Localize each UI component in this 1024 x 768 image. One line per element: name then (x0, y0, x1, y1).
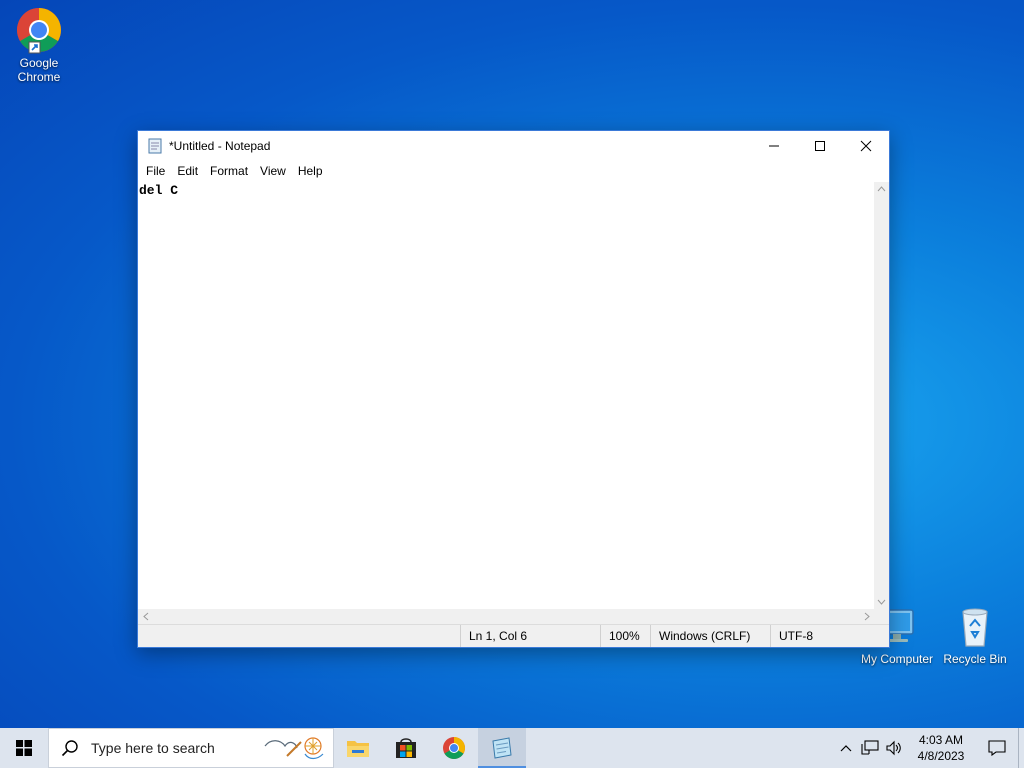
scrollbar-corner (874, 609, 889, 624)
search-highlight-icon (261, 732, 333, 764)
show-hidden-icons-button[interactable] (834, 744, 858, 752)
taskbar-notepad[interactable] (478, 728, 526, 768)
desktop-icon-label: My Computer (860, 652, 934, 666)
chevron-up-icon (840, 745, 852, 752)
taskbar-google-chrome[interactable] (430, 728, 478, 768)
desktop-icon-label: Chrome (17, 70, 61, 84)
menu-format[interactable]: Format (204, 161, 254, 181)
close-button[interactable] (843, 131, 889, 160)
close-icon (860, 140, 872, 151)
scroll-down-icon (877, 599, 886, 605)
volume-button[interactable] (882, 740, 906, 756)
network-icon (861, 740, 879, 755)
desktop-icon-label: Recycle Bin (943, 652, 1007, 666)
taskbar: Type here to search 4:03 AM 4/8/2023 (0, 728, 1024, 768)
chrome-icon (15, 6, 63, 54)
vertical-scrollbar[interactable] (874, 182, 889, 609)
menu-file[interactable]: File (140, 161, 171, 181)
status-zoom: 100% (600, 625, 650, 647)
clock-date: 4/8/2023 (917, 749, 965, 763)
menu-bar: File Edit Format View Help (138, 160, 889, 182)
desktop-icon-google-chrome[interactable]: Google Chrome (0, 6, 79, 84)
store-icon (396, 738, 416, 758)
notifications-button[interactable] (976, 740, 1018, 756)
maximize-button[interactable] (797, 131, 843, 160)
taskbar-file-explorer[interactable] (334, 728, 382, 768)
speaker-icon (886, 740, 901, 756)
taskbar-microsoft-store[interactable] (382, 728, 430, 768)
search-box[interactable]: Type here to search (48, 728, 334, 768)
notification-icon (988, 740, 1006, 756)
system-tray: 4:03 AM 4/8/2023 (834, 728, 1024, 768)
notepad-window[interactable]: *Untitled - Notepad File Edit Format Vie… (137, 130, 890, 648)
desktop-icon-recycle-bin[interactable]: Recycle Bin (935, 602, 1015, 666)
network-button[interactable] (858, 740, 882, 756)
recycle-bin-icon (951, 602, 999, 650)
notepad-icon (492, 737, 512, 759)
status-encoding: UTF-8 (770, 625, 889, 647)
folder-icon (347, 741, 369, 757)
search-placeholder: Type here to search (91, 740, 215, 756)
status-bar: Ln 1, Col 6 100% Windows (CRLF) UTF-8 (138, 624, 889, 647)
clock[interactable]: 4:03 AM 4/8/2023 (906, 732, 976, 764)
chrome-icon (443, 737, 465, 759)
scroll-left-icon (143, 612, 149, 621)
status-position: Ln 1, Col 6 (460, 625, 600, 647)
window-title: *Untitled - Notepad (169, 138, 271, 153)
search-icon (61, 739, 85, 757)
menu-view[interactable]: View (254, 161, 292, 181)
horizontal-scrollbar[interactable] (138, 609, 876, 624)
menu-edit[interactable]: Edit (171, 161, 204, 181)
minimize-button[interactable] (751, 131, 797, 160)
scroll-right-icon (864, 612, 870, 621)
notepad-icon (147, 138, 163, 154)
menu-help[interactable]: Help (292, 161, 329, 181)
status-line-ending: Windows (CRLF) (650, 625, 770, 647)
maximize-icon (815, 140, 825, 151)
desktop-icon-label: Google (19, 56, 59, 70)
title-bar[interactable]: *Untitled - Notepad (138, 131, 889, 160)
minimize-icon (769, 145, 779, 146)
windows-icon (16, 740, 32, 756)
start-button[interactable] (0, 728, 48, 768)
clock-time: 4:03 AM (918, 733, 964, 747)
text-editor[interactable]: del C (138, 182, 876, 609)
show-desktop-button[interactable] (1018, 728, 1024, 768)
scroll-up-icon (877, 186, 886, 192)
